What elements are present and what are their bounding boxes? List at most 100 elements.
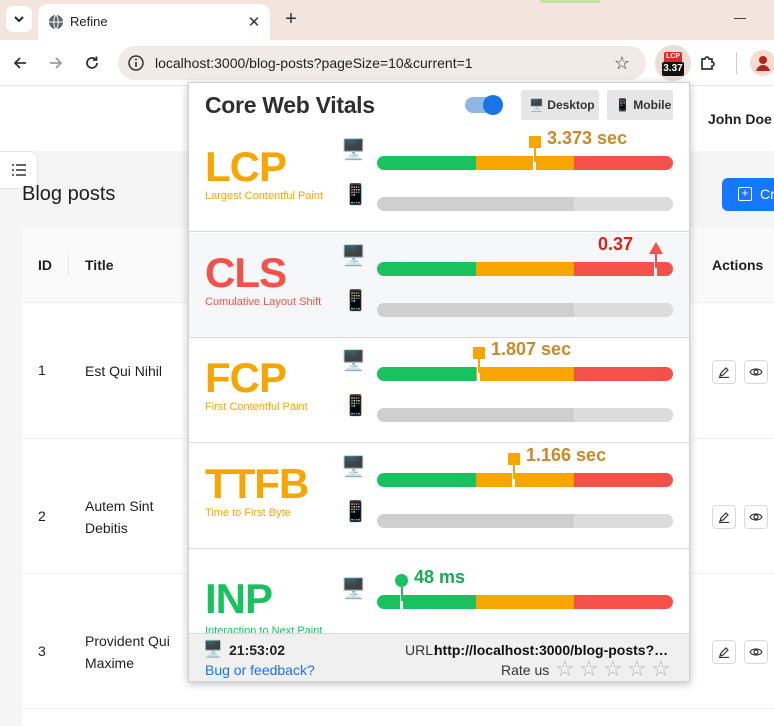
desktop-score-bar [377,472,673,487]
desktop-icon: 🖥️ [341,139,366,161]
show-button[interactable] [744,360,768,384]
tabstrip-accent [540,0,600,3]
value-marker-stem [478,359,480,373]
metric-value: 48 ms [414,567,466,587]
extension-badge-value: 3.37 [662,62,684,76]
desktop-score-bar [377,367,673,381]
extension-toggle[interactable] [465,95,503,115]
close-tab-icon[interactable]: ✕ [244,12,264,32]
eye-icon [749,368,763,376]
show-button[interactable] [744,505,768,529]
value-marker-dot [395,574,408,587]
poor-segment-empty [574,197,673,211]
tab-title: Refine [70,14,108,29]
mobile-icon: 📱 [343,184,368,206]
good-segment [377,367,476,381]
metric-full-name: Largest Contentful Paint [205,190,324,202]
good-segment [377,261,476,276]
column-header-id[interactable]: ID [38,257,52,273]
edit-button[interactable] [712,640,736,664]
bookmark-star-icon[interactable]: ☆ [612,53,632,73]
star-icon[interactable]: ☆ [603,658,623,680]
edit-button[interactable] [712,505,736,529]
user-name: John Doe [708,111,772,127]
needs-improvement-segment [476,261,574,276]
site-info-icon[interactable] [126,53,146,73]
page-title: Blog posts [22,183,116,205]
eye-icon [749,513,763,521]
poor-segment [574,156,673,170]
star-icon[interactable]: ☆ [627,658,647,680]
poor-segment [574,472,673,487]
metric-value: 0.37 [597,233,633,254]
desktop-icon: 🖥️ [341,244,366,267]
mobile-tab-label: Mobile [633,98,672,112]
profile-avatar-button[interactable] [750,50,774,76]
show-button[interactable] [744,640,768,664]
mobile-icon: 📱 [615,98,630,112]
metric-full-name: Cumulative Layout Shift [205,295,322,308]
star-icon[interactable]: ☆ [579,658,599,680]
desktop-icon: 🖥️ [529,98,544,112]
value-marker-stem [655,253,657,268]
mobile-tab-button[interactable]: 📱 Mobile [607,90,673,120]
bug-feedback-link[interactable]: Bug or feedback? [205,662,315,678]
globe-icon [49,14,63,30]
popup-footer: 🖥️ 21:53:02 URL: http://localhost:3000/b… [189,633,689,681]
star-icon[interactable]: ☆ [555,658,575,680]
desktop-tab-button[interactable]: 🖥️ Desktop [521,90,599,120]
needs-improvement-segment [476,156,574,170]
desktop-tab-label: Desktop [547,98,595,112]
mobile-score-bar-empty [377,302,673,317]
forward-button[interactable] [43,50,69,76]
star-icon[interactable]: ☆ [651,658,671,680]
plus-square-icon: + [738,187,752,201]
cell-id: 3 [38,643,46,659]
metric-cls: CLS Cumulative Layout Shift 🖥️ 0.37 📱 [189,232,689,338]
tab-search-button[interactable] [6,6,32,32]
cell-title: Autem Sint Debitis [85,498,154,536]
needs-improvement-segment [476,367,574,381]
metric-ttfb: TTFB Time to First Byte 🖥️ 1.166 sec 📱 [189,443,689,549]
poor-segment-empty [574,513,673,528]
reload-button[interactable] [79,50,105,76]
tab-refine[interactable]: Refine ✕ [38,4,270,40]
minimize-window-button[interactable] [734,18,746,19]
needs-improvement-segment [476,595,574,609]
metric-full-name: Time to First Byte [205,506,291,519]
arrow-right-icon [50,57,63,69]
reload-icon [86,56,98,69]
poor-segment [574,595,673,609]
person-icon [756,56,770,71]
column-header-actions: Actions [712,257,764,273]
toolbar-separator [736,52,737,74]
desktop-icon: 🖥️ [341,578,366,600]
value-marker-square [473,347,485,359]
mobile-icon: 📱 [343,289,368,312]
new-tab-button[interactable]: + [280,8,302,30]
cell-id: 2 [38,508,46,524]
url-label: URL: [405,642,437,658]
mobile-score-bar-empty [377,197,673,211]
desktop-score-bar [377,156,673,170]
mobile-icon: 📱 [343,395,368,417]
value-marker-square [508,452,520,465]
create-button[interactable]: + Cr [722,178,774,211]
metric-abbr: CLS [205,248,287,296]
mobile-score-bar-empty [377,408,673,422]
url-text[interactable]: localhost:3000/blog-posts?pageSize=10&cu… [155,55,473,71]
poor-segment [574,261,673,276]
mobile-score-bar-empty [377,513,673,528]
metric-abbr: INP [205,575,273,622]
toggle-knob [483,95,503,115]
cell-title: Est Qui Nihil [85,363,163,379]
metric-abbr: TTFB [205,459,309,507]
web-vitals-popup: Core Web Vitals 🖥️ Desktop 📱 Mobile LCP L… [188,82,690,682]
extensions-puzzle-icon[interactable] [697,51,721,75]
address-bar[interactable]: localhost:3000/blog-posts?pageSize=10&cu… [118,46,646,80]
edit-button[interactable] [712,360,736,384]
column-header-title[interactable]: Title [85,257,114,273]
metric-abbr: LCP [205,143,287,190]
back-button[interactable] [7,50,33,76]
poor-segment-empty [574,408,673,422]
